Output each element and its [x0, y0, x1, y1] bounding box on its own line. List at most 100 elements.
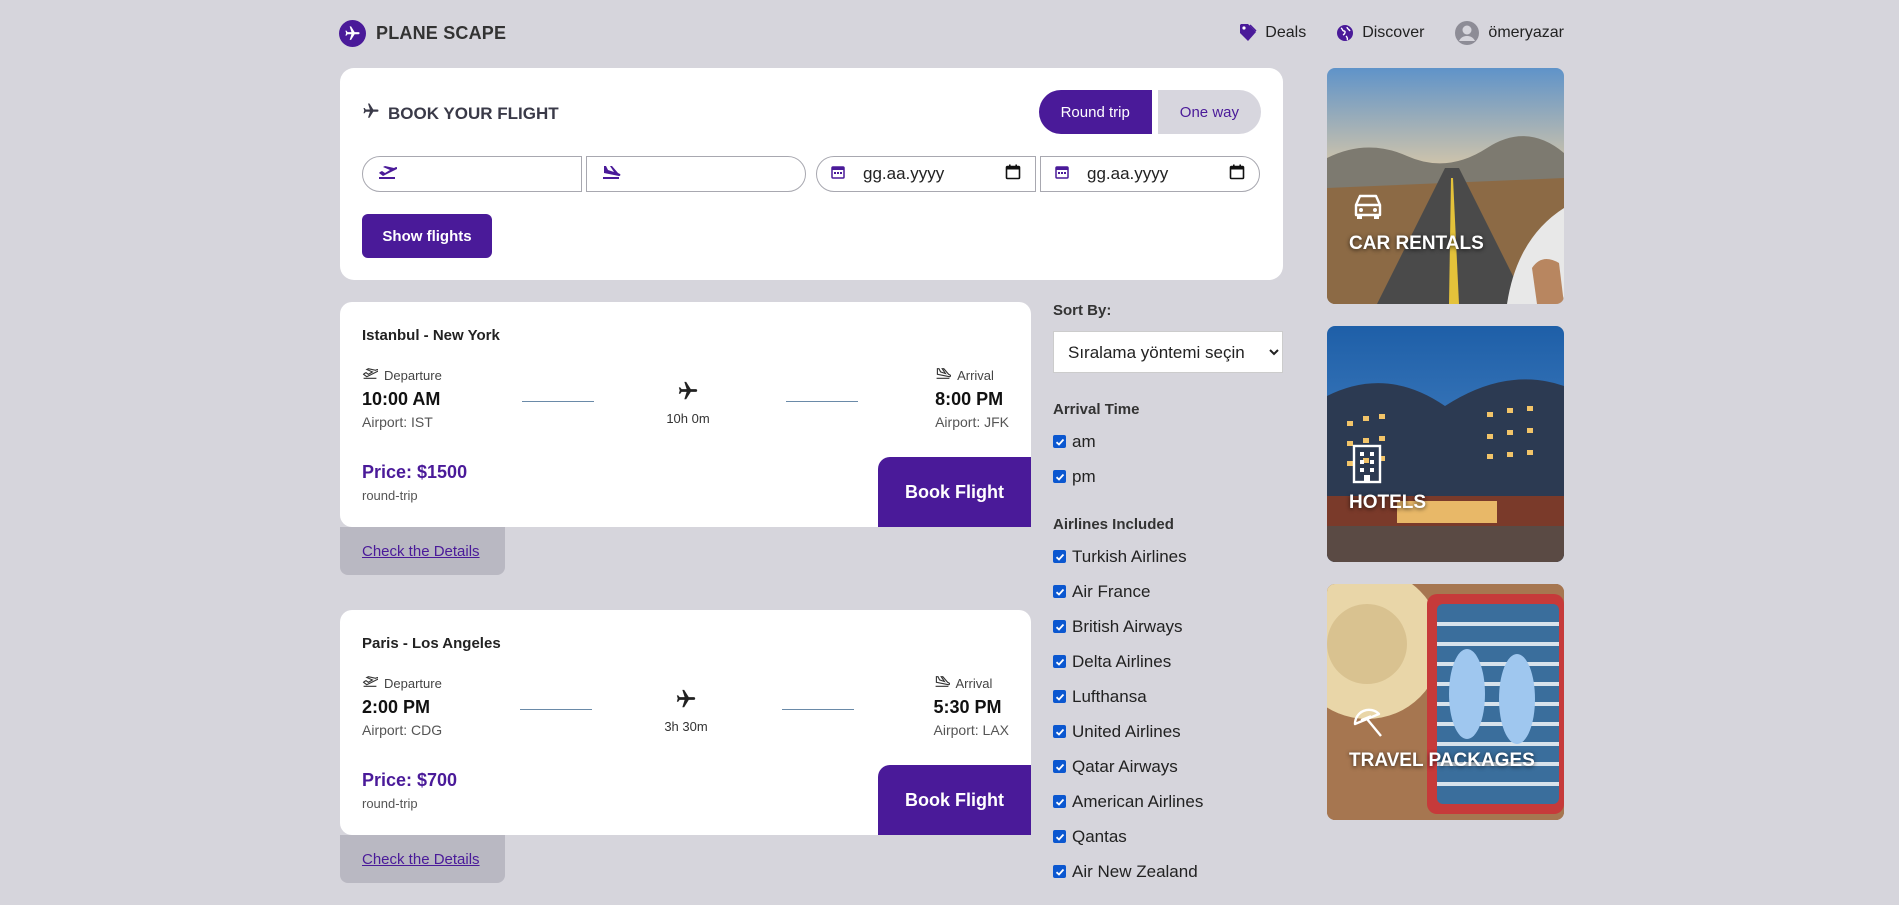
departure-airport: Airport: IST — [362, 414, 433, 430]
filter-panel: Sort By: Sıralama yöntemi seçin Arrival … — [1053, 302, 1283, 889]
checkbox-checked-icon[interactable] — [1053, 620, 1066, 633]
duration-block: 10h 0m — [648, 380, 728, 426]
airline-option[interactable]: Turkish Airlines — [1053, 539, 1283, 574]
checkbox-checked-icon[interactable] — [1053, 655, 1066, 668]
landing-icon — [601, 164, 621, 185]
show-flights-button[interactable]: Show flights — [362, 214, 492, 258]
airline-option[interactable]: Air France — [1053, 574, 1283, 609]
takeoff-icon — [362, 367, 379, 383]
globe-icon — [1336, 24, 1354, 42]
checkbox-checked-icon[interactable] — [1053, 470, 1066, 483]
plane-logo-icon — [339, 19, 366, 47]
plane-icon — [677, 381, 699, 406]
nav-user-label: ömeryazar — [1488, 24, 1564, 41]
check-details-link[interactable]: Check the Details — [340, 835, 505, 883]
route-line-right — [782, 709, 854, 710]
brand[interactable]: PLANE SCAPE — [339, 19, 507, 47]
takeoff-icon — [377, 164, 398, 185]
to-input[interactable] — [621, 164, 791, 184]
airline-option[interactable]: Delta Airlines — [1053, 644, 1283, 679]
airline-option[interactable]: Lufthansa — [1053, 679, 1283, 714]
calendar-icon — [1055, 165, 1069, 184]
airlines-filter: Airlines Included Turkish Airlines Air Fr… — [1053, 516, 1283, 889]
beach-umbrella-icon — [1351, 706, 1385, 745]
flight-price: Price: $700 — [362, 770, 458, 790]
airline-label: Qatar Airways — [1072, 756, 1178, 776]
arrival-block: Arrival 8:00 PM Airport: JFK — [935, 367, 1009, 431]
checkbox-checked-icon[interactable] — [1053, 690, 1066, 703]
flight-card: Istanbul - New York Departure 10:00 AM A… — [340, 302, 1031, 527]
brand-name: PLANE SCAPE — [376, 22, 507, 43]
duration-block: 3h 30m — [646, 688, 726, 734]
check-details-link[interactable]: Check the Details — [340, 527, 505, 575]
checkbox-checked-icon[interactable] — [1053, 550, 1066, 563]
airline-option[interactable]: United Airlines — [1053, 714, 1283, 749]
checkbox-checked-icon[interactable] — [1053, 830, 1066, 843]
arrival-time: 5:30 PM — [933, 697, 1002, 717]
to-field[interactable] — [586, 156, 806, 192]
route-line-left — [520, 709, 592, 710]
book-flight-button[interactable]: Book Flight — [878, 765, 1031, 835]
book-flight-button[interactable]: Book Flight — [878, 457, 1031, 527]
nav-user[interactable]: ömeryazar — [1454, 20, 1564, 46]
flight-duration: 10h 0m — [666, 411, 710, 426]
one-way-button[interactable]: One way — [1157, 90, 1261, 134]
hotels-label: HOTELS — [1349, 492, 1427, 513]
checkbox-checked-icon[interactable] — [1053, 760, 1066, 773]
booking-title: BOOK YOUR FLIGHT — [362, 102, 559, 125]
car-rentals-label: CAR RENTALS — [1349, 233, 1484, 254]
nav-deals[interactable]: Deals — [1239, 23, 1306, 43]
plane-icon — [362, 102, 380, 125]
departure-time: 10:00 AM — [362, 389, 441, 409]
car-rentals-image — [1327, 68, 1564, 304]
arrival-time-option[interactable]: pm — [1053, 459, 1283, 494]
from-input[interactable] — [397, 164, 567, 184]
airline-label: Turkish Airlines — [1072, 546, 1187, 566]
checkbox-checked-icon[interactable] — [1053, 865, 1066, 878]
airline-label: Air France — [1072, 581, 1151, 601]
airline-option[interactable]: Qatar Airways — [1053, 749, 1283, 784]
top-header: PLANE SCAPE Deals Discover ömeryazar — [339, 18, 1564, 48]
departure-label: Departure — [384, 675, 442, 691]
sort-select[interactable]: Sıralama yöntemi seçin — [1053, 331, 1283, 373]
flight-item: Paris - Los Angeles Departure 2:00 PM Ai… — [340, 610, 1031, 883]
checkbox-checked-icon[interactable] — [1053, 725, 1066, 738]
airline-option[interactable]: Qantas — [1053, 819, 1283, 854]
date-picker-icon[interactable] — [1229, 164, 1245, 185]
flight-price: Price: $1500 — [362, 462, 468, 482]
nav-discover[interactable]: Discover — [1336, 24, 1424, 42]
booking-card: BOOK YOUR FLIGHT Round trip One way gg.a… — [340, 68, 1283, 280]
depart-date-field[interactable]: gg.aa.yyyy — [816, 156, 1036, 192]
flight-item: Istanbul - New York Departure 10:00 AM A… — [340, 302, 1031, 575]
hotels-tile[interactable]: HOTELS — [1327, 326, 1564, 562]
airline-label: Qantas — [1072, 826, 1127, 846]
calendar-icon — [831, 165, 845, 184]
departure-airport: Airport: CDG — [362, 722, 443, 738]
plane-icon — [675, 689, 697, 714]
takeoff-icon — [362, 675, 379, 691]
trip-type-toggle: Round trip One way — [1038, 90, 1261, 134]
airline-option[interactable]: British Airways — [1053, 609, 1283, 644]
arrival-airport: Airport: LAX — [933, 722, 1009, 738]
arrival-time-title: Arrival Time — [1053, 401, 1140, 418]
round-trip-button[interactable]: Round trip — [1038, 90, 1152, 134]
checkbox-checked-icon[interactable] — [1053, 795, 1066, 808]
arrival-time-label: pm — [1072, 466, 1096, 486]
checkbox-checked-icon[interactable] — [1053, 435, 1066, 448]
airline-option[interactable]: American Airlines — [1053, 784, 1283, 819]
date-picker-icon[interactable] — [1005, 164, 1021, 185]
travel-packages-image — [1327, 584, 1564, 820]
booking-title-text: BOOK YOUR FLIGHT — [388, 103, 559, 123]
checkbox-checked-icon[interactable] — [1053, 585, 1066, 598]
tag-icon — [1239, 23, 1257, 43]
car-rentals-tile[interactable]: CAR RENTALS — [1327, 68, 1564, 304]
flight-trip-type: round-trip — [362, 488, 418, 503]
return-date-field[interactable]: gg.aa.yyyy — [1040, 156, 1260, 192]
arrival-time-option[interactable]: am — [1053, 424, 1283, 459]
travel-packages-tile[interactable]: TRAVEL PACKAGES — [1327, 584, 1564, 820]
departure-block: Departure 2:00 PM Airport: CDG — [362, 675, 443, 739]
airline-option[interactable]: Air New Zealand — [1053, 854, 1283, 889]
from-field[interactable] — [362, 156, 582, 192]
flight-card: Paris - Los Angeles Departure 2:00 PM Ai… — [340, 610, 1031, 835]
car-icon — [1351, 192, 1385, 225]
